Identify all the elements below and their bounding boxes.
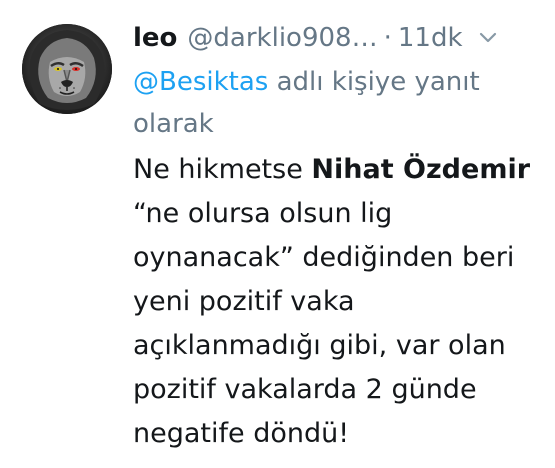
chevron-down-icon[interactable] [477,27,499,49]
tweet-header: leo @darklio908… · 11dk [133,18,543,58]
reply-mention-link[interactable]: @Besiktas [133,67,268,97]
tweet-text-part1: Ne hikmetse [133,154,312,185]
tweet-text-part2: “ne olursa olsun lig oynanacak” dediğind… [133,198,515,449]
avatar[interactable] [22,24,112,114]
lion-avatar-image [22,24,112,114]
tweet-timestamp[interactable]: 11dk [398,18,463,58]
tweet-text-bold-name: Nihat Özdemir [311,154,531,185]
author-name[interactable]: leo [133,18,177,58]
tweet-card[interactable]: leo @darklio908… · 11dk @Besiktas adlı k… [0,0,555,468]
author-handle[interactable]: @darklio908… [187,18,377,58]
tweet-text: Ne hikmetse Nihat Özdemir “ne olursa ols… [133,148,538,456]
separator-dot: · [383,23,392,53]
reply-context: @Besiktas adlı kişiye yanıt olarak [133,61,533,145]
tweet-content: leo @darklio908… · 11dk @Besiktas adlı k… [133,18,543,456]
